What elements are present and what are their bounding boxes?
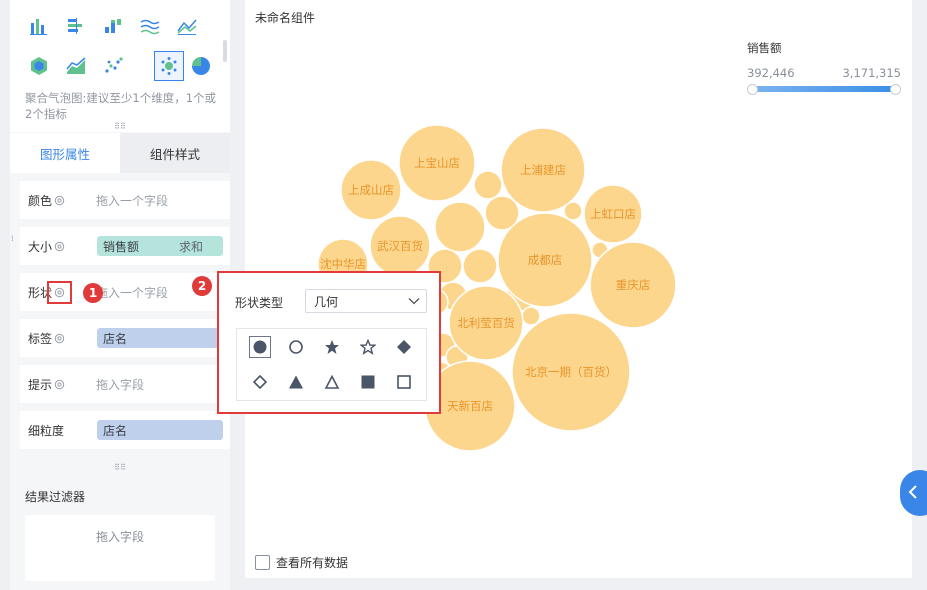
bubble-label: 上成山店: [348, 183, 394, 197]
filled-square-icon[interactable]: [358, 372, 378, 392]
color-property[interactable]: 颜色 拖入一个字段: [20, 181, 230, 219]
tooltip-label: 提示: [28, 377, 53, 392]
chart-type-hint: 聚合气泡图:建议至少1个维度，1个或2个指标: [25, 91, 217, 121]
tag-label: 标签: [28, 331, 53, 346]
horizontal-bar-icon[interactable]: [62, 12, 90, 40]
legend-range-slider[interactable]: [747, 84, 901, 95]
scatter-icon[interactable]: [99, 52, 127, 80]
bubble-label: 武汉百货: [377, 239, 423, 253]
shape-type-value: 几何: [314, 294, 339, 309]
legend-min: 392,446: [747, 66, 795, 80]
bubble[interactable]: [473, 170, 503, 200]
icon-scrollbar[interactable]: [223, 40, 227, 62]
tooltip-drop-zone[interactable]: 拖入字段: [80, 376, 230, 393]
bubble-label: 北京一期（百货）: [525, 365, 617, 379]
triangle-outline-icon[interactable]: [322, 372, 342, 392]
drag-handle[interactable]: ⁞: [11, 235, 15, 249]
bubble-label: 北利莹百货: [457, 316, 515, 330]
star-outline-icon[interactable]: [358, 337, 378, 357]
granularity-field-pill[interactable]: 店名: [97, 420, 223, 440]
stacked-bar-icon[interactable]: [99, 12, 127, 40]
chevron-down-icon: [408, 294, 420, 308]
gear-icon[interactable]: [54, 241, 65, 252]
size-field-pill[interactable]: 销售额 求和: [97, 236, 223, 256]
bubble-chart-icon[interactable]: [154, 51, 184, 81]
color-drop-zone[interactable]: 拖入一个字段: [80, 192, 230, 209]
gradient-hex-icon[interactable]: [25, 52, 53, 80]
pie-chart-icon[interactable]: [187, 52, 215, 80]
legend-min-handle[interactable]: [747, 84, 758, 95]
bubble[interactable]: [521, 306, 541, 326]
legend-max-handle[interactable]: [890, 84, 901, 95]
bubble-label: 天新百店: [447, 399, 493, 413]
bubble-label: 上浦建店: [520, 163, 566, 177]
square-outline-icon[interactable]: [394, 372, 414, 392]
bubble-label: 上宝山店: [414, 156, 460, 170]
annotation-box-shape-gear: [47, 281, 72, 304]
shape-type-select[interactable]: 几何: [305, 289, 427, 313]
gear-icon[interactable]: [54, 379, 65, 390]
circle-outline-icon[interactable]: [286, 337, 306, 357]
tag-property[interactable]: 标签 店名: [20, 319, 230, 357]
chart-type-palette: 聚合气泡图:建议至少1个维度，1个或2个指标 ⠿⠿: [10, 0, 230, 132]
bubble-label: 重庆店: [616, 278, 651, 292]
bubble-label: 成都店: [528, 253, 563, 267]
property-tabs: 图形属性 组件样式: [10, 133, 230, 173]
bar-chart-icon[interactable]: [25, 12, 53, 40]
bubble[interactable]: [462, 248, 498, 284]
size-aggregation: 求和: [178, 239, 203, 254]
filter-drop-zone[interactable]: 拖入字段: [25, 515, 215, 581]
collapse-panel-button[interactable]: [900, 470, 927, 516]
area-chart-icon[interactable]: [62, 52, 90, 80]
filled-circle-icon[interactable]: [249, 336, 271, 358]
legend-track: [751, 86, 897, 92]
resize-grip[interactable]: ⠿⠿: [113, 123, 127, 131]
shape-grid: [236, 328, 427, 401]
annotation-badge-1: 1: [83, 283, 103, 303]
line-area-icon[interactable]: [173, 12, 201, 40]
view-all-label: 查看所有数据: [276, 556, 349, 570]
multi-line-icon[interactable]: [136, 12, 164, 40]
bubble[interactable]: [434, 201, 486, 253]
view-all-checkbox[interactable]: [255, 555, 270, 570]
filter-title: 结果过滤器: [25, 490, 86, 504]
tooltip-property[interactable]: 提示 拖入字段: [20, 365, 230, 403]
filled-diamond-icon[interactable]: [394, 337, 414, 357]
granularity-label: 细粒度: [28, 423, 65, 438]
resize-grip[interactable]: ⠿⠿: [113, 464, 127, 472]
legend-title: 销售额: [747, 41, 782, 55]
color-label: 颜色: [28, 193, 53, 208]
filled-star-icon[interactable]: [322, 337, 342, 357]
gear-icon[interactable]: [54, 195, 65, 206]
size-property[interactable]: 大小 销售额 求和: [20, 227, 230, 265]
filled-triangle-icon[interactable]: [286, 372, 306, 392]
diamond-outline-icon[interactable]: [250, 372, 270, 392]
size-field-name: 销售额: [103, 239, 140, 254]
tab-graphic-properties[interactable]: 图形属性: [10, 133, 120, 173]
result-filter: 结果过滤器 拖入字段: [10, 475, 230, 590]
granularity-property[interactable]: 细粒度 店名: [20, 411, 230, 449]
bubble-label: 上虹口店: [590, 207, 636, 221]
size-label: 大小: [28, 239, 53, 254]
view-all-data[interactable]: 查看所有数据: [255, 554, 348, 571]
bubble-label: 沈中华店: [320, 257, 366, 271]
shape-type-label: 形状类型: [235, 296, 284, 310]
tag-field-pill[interactable]: 店名: [97, 328, 223, 348]
gear-icon[interactable]: [54, 333, 65, 344]
shape-settings-popup: 形状类型 几何: [217, 271, 441, 414]
legend-max: 3,171,315: [842, 66, 901, 80]
size-legend: 销售额 392,446 3,171,315: [747, 40, 901, 95]
annotation-badge-2: 2: [192, 276, 212, 296]
tab-component-style[interactable]: 组件样式: [120, 133, 230, 173]
chevron-left-icon: [908, 484, 918, 503]
